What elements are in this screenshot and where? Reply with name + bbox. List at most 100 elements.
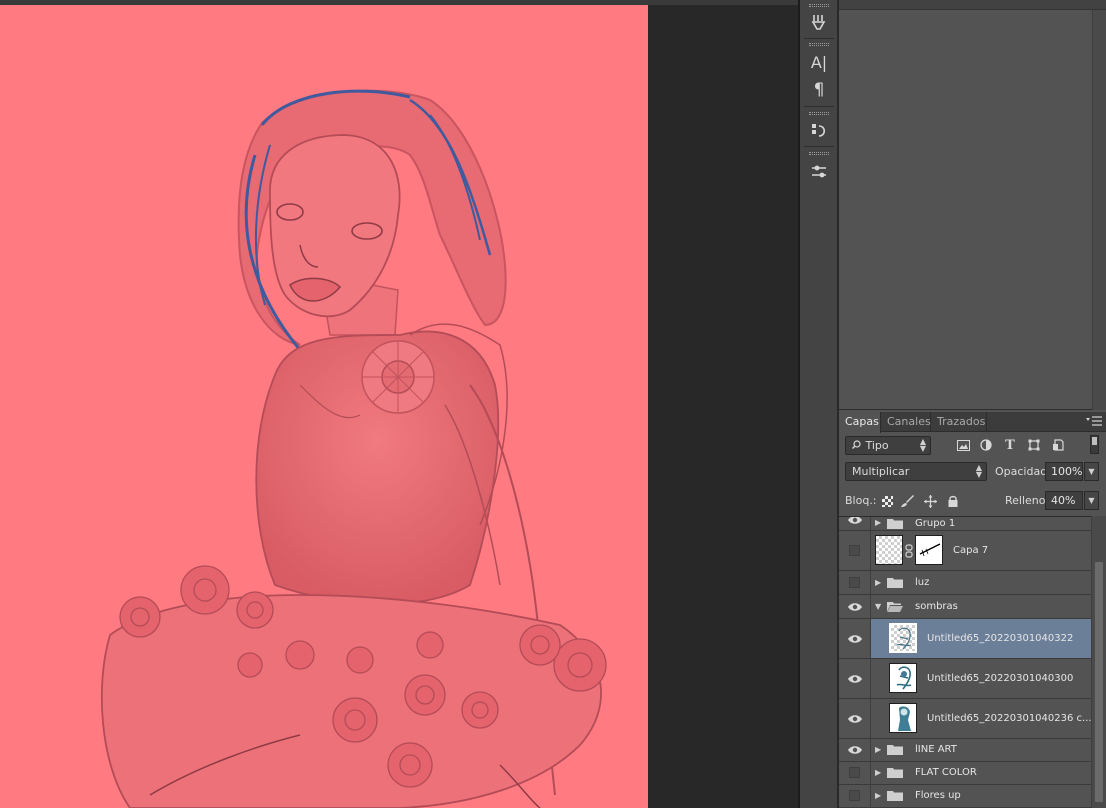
blend-mode-dropdown[interactable]: Multiplicar ▲ ▼ bbox=[845, 462, 987, 481]
eye-icon[interactable] bbox=[847, 516, 863, 526]
layer-name: sombras bbox=[915, 601, 958, 612]
upper-panel-area bbox=[839, 0, 1106, 410]
brush-presets-icon[interactable] bbox=[807, 160, 831, 184]
folder-icon bbox=[887, 519, 903, 529]
panel-grip[interactable] bbox=[809, 4, 829, 7]
layer-thumbnail bbox=[889, 703, 917, 733]
open-folder-icon bbox=[887, 602, 903, 612]
tab-canales[interactable]: Canales bbox=[881, 412, 931, 432]
layer-name: Capa 7 bbox=[953, 545, 989, 556]
layer-name: Flores up bbox=[915, 790, 961, 801]
paragraph-panel-icon[interactable]: ¶ bbox=[807, 78, 831, 102]
lock-transparent-pixels-icon[interactable] bbox=[879, 493, 895, 509]
collapsed-panels-strip: A| ¶ bbox=[800, 0, 838, 808]
blend-mode-value: Multiplicar bbox=[852, 465, 910, 478]
layer-row-grupo-1[interactable]: ▶ Grupo 1 bbox=[839, 517, 1091, 531]
scrollbar-thumb[interactable] bbox=[1095, 562, 1103, 802]
layer-name: FLAT COLOR bbox=[915, 767, 977, 778]
expand-arrow-icon[interactable]: ▶ bbox=[875, 578, 881, 587]
layer-name: Untitled65_20220301040300 bbox=[927, 673, 1074, 684]
layer-row-flores-up[interactable]: ▶ Flores up bbox=[839, 785, 1091, 808]
shoulder-flower bbox=[361, 340, 435, 414]
clone-source-icon[interactable] bbox=[807, 119, 831, 143]
expand-arrow-icon[interactable]: ▶ bbox=[875, 768, 881, 777]
opacity-label: Opacidad: bbox=[995, 465, 1051, 478]
panel-grip[interactable] bbox=[809, 112, 829, 115]
fill-dropdown-button[interactable]: ▼ bbox=[1084, 491, 1099, 510]
panel-menu-icon[interactable] bbox=[1086, 416, 1102, 429]
tool-separator bbox=[804, 146, 834, 147]
lock-all-icon[interactable] bbox=[945, 493, 961, 509]
eye-icon[interactable] bbox=[847, 673, 863, 685]
layer-row-untitled65-040300[interactable]: Untitled65_20220301040300 bbox=[839, 659, 1091, 699]
layer-name: luz bbox=[915, 577, 930, 588]
expand-arrow-icon[interactable]: ▶ bbox=[875, 745, 881, 754]
tool-separator bbox=[804, 38, 834, 39]
eye-icon[interactable] bbox=[847, 744, 863, 756]
visibility-toggle-off[interactable] bbox=[849, 545, 860, 556]
expand-arrow-icon[interactable]: ▶ bbox=[875, 791, 881, 800]
layers-panel-tabs: Capas Canales Trazados bbox=[839, 412, 1106, 433]
layer-name: Untitled65_20220301040322 bbox=[927, 633, 1074, 644]
layer-filter-label: Tipo bbox=[865, 439, 889, 452]
layer-row-line-art[interactable]: ▶ lINE ART bbox=[839, 739, 1091, 762]
layer-name: Grupo 1 bbox=[915, 518, 956, 529]
tab-trazados[interactable]: Trazados bbox=[931, 412, 987, 432]
layer-name: Untitled65_20220301040236 c... bbox=[927, 713, 1091, 724]
fill-input[interactable]: 40% bbox=[1045, 491, 1083, 510]
document-canvas[interactable] bbox=[0, 5, 648, 808]
filter-adjustment-icon[interactable] bbox=[978, 437, 994, 453]
document-workspace[interactable] bbox=[0, 0, 798, 808]
tool-presets-icon[interactable] bbox=[807, 10, 831, 34]
filter-smart-object-icon[interactable] bbox=[1050, 437, 1066, 453]
layer-row-flat-color[interactable]: ▶ FLAT COLOR bbox=[839, 762, 1091, 785]
visibility-toggle-off[interactable] bbox=[849, 790, 860, 801]
layer-row-sombras[interactable]: ▼ sombras bbox=[839, 595, 1091, 619]
layer-name: lINE ART bbox=[915, 744, 957, 755]
expand-arrow-icon[interactable]: ▶ bbox=[875, 518, 881, 527]
filter-shape-icon[interactable] bbox=[1026, 437, 1042, 453]
visibility-toggle-off[interactable] bbox=[849, 577, 860, 588]
character-panel-icon[interactable]: A| bbox=[807, 50, 831, 74]
lock-label: Bloq.: bbox=[845, 494, 877, 507]
eye-icon[interactable] bbox=[847, 713, 863, 725]
tab-capas[interactable]: Capas bbox=[839, 412, 881, 433]
chain-link-icon[interactable] bbox=[905, 544, 913, 558]
filter-toggle-switch[interactable] bbox=[1090, 435, 1099, 454]
collapse-arrow-icon[interactable]: ▼ bbox=[875, 602, 881, 611]
fill-label: Relleno: bbox=[1005, 494, 1050, 507]
tool-separator bbox=[804, 106, 834, 107]
photoshop-window: A| ¶ Capas Canales Trazados Tipo ▲ ▼ T M… bbox=[0, 0, 1106, 808]
layer-row-capa-7[interactable]: Capa 7 bbox=[839, 531, 1091, 571]
layer-mask-thumbnail[interactable] bbox=[915, 535, 943, 565]
layers-panel: Capas Canales Trazados Tipo ▲ ▼ T Multip… bbox=[839, 412, 1106, 808]
lock-image-pixels-icon[interactable] bbox=[900, 493, 916, 509]
layer-row-untitled65-040322[interactable]: Untitled65_20220301040322 bbox=[839, 619, 1091, 659]
folder-icon bbox=[887, 578, 903, 588]
right-panel-dock: Capas Canales Trazados Tipo ▲ ▼ T Multip… bbox=[839, 0, 1106, 808]
stepper-arrows-icon: ▲ ▼ bbox=[919, 437, 926, 453]
layer-list-scrollbar[interactable] bbox=[1091, 516, 1106, 808]
visibility-toggle-off[interactable] bbox=[849, 767, 860, 778]
lock-position-icon[interactable] bbox=[922, 493, 938, 509]
stepper-arrows-icon: ▲ ▼ bbox=[975, 463, 982, 479]
upper-panel-header[interactable] bbox=[839, 0, 1106, 10]
eye-icon[interactable] bbox=[847, 633, 863, 645]
filter-type-icon[interactable]: T bbox=[1002, 437, 1018, 453]
layer-thumbnail bbox=[889, 623, 917, 653]
layer-row-untitled65-040236[interactable]: Untitled65_20220301040236 c... bbox=[839, 699, 1091, 739]
opacity-input[interactable]: 100% bbox=[1045, 462, 1083, 481]
folder-icon bbox=[887, 745, 903, 755]
upper-panel-scrollbar[interactable] bbox=[1092, 10, 1106, 410]
layer-list[interactable]: ▶ Grupo 1 Capa 7 ▶ luz ▼ sombras Untitle… bbox=[839, 516, 1091, 808]
panel-grip[interactable] bbox=[809, 152, 829, 155]
search-icon bbox=[852, 437, 862, 454]
filter-pixel-icon[interactable] bbox=[955, 437, 971, 453]
panel-grip[interactable] bbox=[809, 43, 829, 46]
opacity-dropdown-button[interactable]: ▼ bbox=[1084, 462, 1099, 481]
layer-filter-dropdown[interactable]: Tipo ▲ ▼ bbox=[845, 436, 931, 455]
artwork-illustration bbox=[100, 89, 607, 808]
eye-icon[interactable] bbox=[847, 601, 863, 613]
layer-thumbnail bbox=[889, 663, 917, 693]
layer-row-luz[interactable]: ▶ luz bbox=[839, 571, 1091, 595]
